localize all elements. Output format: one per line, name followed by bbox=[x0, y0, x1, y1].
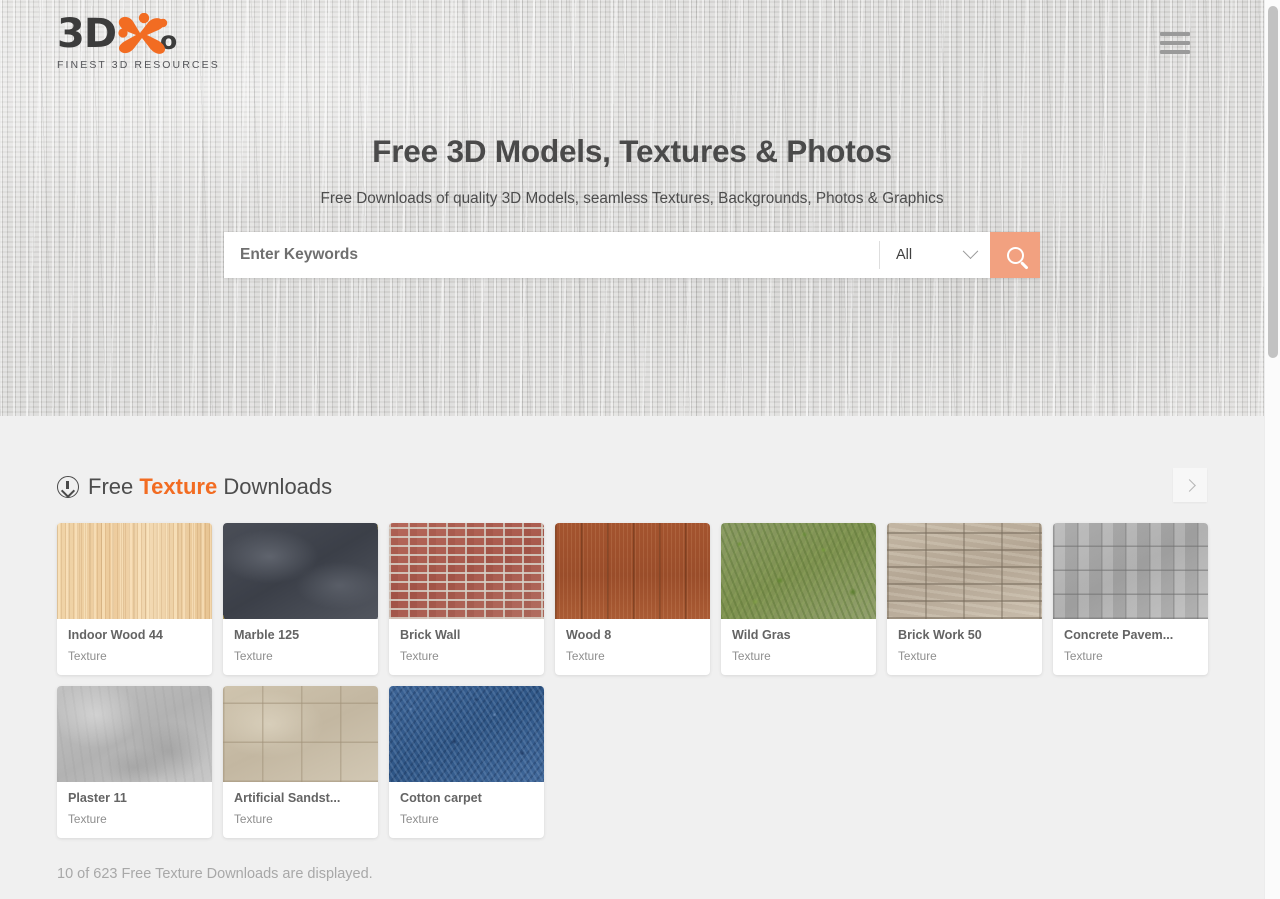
downloads-section: Free Texture Downloads Indoor Wood 44 Tex… bbox=[0, 416, 1264, 899]
texture-card-body: Indoor Wood 44 Texture bbox=[57, 619, 212, 675]
hamburger-bar bbox=[1160, 32, 1190, 36]
texture-thumbnail bbox=[57, 523, 212, 619]
hero-subtitle: Free Downloads of quality 3D Models, sea… bbox=[0, 190, 1264, 208]
texture-thumbnail bbox=[389, 523, 544, 619]
texture-thumbnail bbox=[389, 686, 544, 782]
search-category-select[interactable]: All bbox=[880, 232, 990, 278]
texture-card-title: Artificial Sandst... bbox=[234, 791, 367, 806]
page-scrollbar[interactable] bbox=[1264, 0, 1280, 899]
texture-card-type: Texture bbox=[68, 649, 201, 663]
texture-card-type: Texture bbox=[400, 649, 533, 663]
texture-card-body: Wild Gras Texture bbox=[721, 619, 876, 675]
texture-card[interactable]: Brick Wall Texture bbox=[389, 523, 544, 675]
texture-card-type: Texture bbox=[898, 649, 1031, 663]
texture-thumbnail bbox=[1053, 523, 1208, 619]
hamburger-bar bbox=[1160, 41, 1190, 45]
section-title-suffix: Downloads bbox=[217, 474, 332, 499]
texture-card[interactable]: Wild Gras Texture bbox=[721, 523, 876, 675]
texture-card[interactable]: Brick Work 50 Texture bbox=[887, 523, 1042, 675]
texture-card-grid: Indoor Wood 44TextureMarble 125TextureBr… bbox=[0, 500, 1210, 838]
texture-card-title: Marble 125 bbox=[234, 628, 367, 643]
texture-card-body: Brick Work 50 Texture bbox=[887, 619, 1042, 675]
texture-card[interactable]: Marble 125 Texture bbox=[223, 523, 378, 675]
scrollbar-thumb[interactable] bbox=[1268, 6, 1278, 358]
hero-section: 3D o bbox=[0, 0, 1264, 416]
texture-card[interactable]: Plaster 11 Texture bbox=[57, 686, 212, 838]
texture-card-type: Texture bbox=[566, 649, 699, 663]
texture-card[interactable]: Artificial Sandst... Texture bbox=[223, 686, 378, 838]
hamburger-bar bbox=[1160, 50, 1190, 54]
results-count-label: 10 of 623 Free Texture Downloads are dis… bbox=[0, 838, 1264, 882]
texture-card-body: Marble 125 Texture bbox=[223, 619, 378, 675]
texture-card[interactable]: Concrete Pavem... Texture bbox=[1053, 523, 1208, 675]
carousel-next-button[interactable] bbox=[1173, 468, 1207, 502]
logo-tagline: FINEST 3D RESOURCES bbox=[57, 59, 277, 71]
texture-card-title: Brick Work 50 bbox=[898, 628, 1031, 643]
texture-thumbnail bbox=[223, 686, 378, 782]
section-header: Free Texture Downloads bbox=[0, 416, 1264, 500]
hamburger-menu-icon[interactable] bbox=[1160, 32, 1190, 54]
chevron-down-icon bbox=[963, 243, 979, 259]
texture-card-type: Texture bbox=[400, 812, 533, 826]
logo-wordmark: 3D o bbox=[57, 12, 277, 56]
texture-card-body: Wood 8 Texture bbox=[555, 619, 710, 675]
hero-title: Free 3D Models, Textures & Photos bbox=[0, 133, 1264, 170]
texture-card-body: Plaster 11 Texture bbox=[57, 782, 212, 838]
search-bar: All bbox=[224, 232, 1040, 278]
texture-card[interactable]: Cotton carpet Texture bbox=[389, 686, 544, 838]
texture-thumbnail bbox=[223, 523, 378, 619]
texture-card-body: Artificial Sandst... Texture bbox=[223, 782, 378, 838]
texture-card-body: Cotton carpet Texture bbox=[389, 782, 544, 838]
search-category-value: All bbox=[896, 247, 912, 263]
texture-thumbnail bbox=[887, 523, 1042, 619]
site-logo[interactable]: 3D o bbox=[57, 12, 277, 74]
texture-card-type: Texture bbox=[68, 812, 201, 826]
section-title-highlight: Texture bbox=[139, 474, 217, 499]
site-header: 3D o bbox=[0, 0, 1264, 90]
chevron-right-icon bbox=[1183, 479, 1196, 492]
browser-viewport: 3D o bbox=[0, 0, 1264, 899]
texture-card-title: Concrete Pavem... bbox=[1064, 628, 1197, 643]
search-submit-button[interactable] bbox=[990, 232, 1040, 278]
page-root: 3D o bbox=[0, 0, 1280, 899]
section-title: Free Texture Downloads bbox=[88, 474, 332, 500]
search-icon bbox=[1007, 247, 1024, 264]
texture-card-title: Plaster 11 bbox=[68, 791, 201, 806]
logo-x-icon bbox=[114, 13, 170, 55]
texture-card-type: Texture bbox=[1064, 649, 1197, 663]
texture-card-body: Brick Wall Texture bbox=[389, 619, 544, 675]
logo-text-3d: 3D bbox=[57, 14, 116, 54]
download-circle-icon bbox=[57, 476, 79, 498]
texture-thumbnail bbox=[721, 523, 876, 619]
texture-card-title: Brick Wall bbox=[400, 628, 533, 643]
texture-card[interactable]: Indoor Wood 44 Texture bbox=[57, 523, 212, 675]
texture-card-type: Texture bbox=[234, 812, 367, 826]
texture-card-type: Texture bbox=[234, 649, 367, 663]
texture-thumbnail bbox=[57, 686, 212, 782]
search-input[interactable] bbox=[224, 232, 879, 278]
texture-card-title: Wild Gras bbox=[732, 628, 865, 643]
texture-card[interactable]: Wood 8 Texture bbox=[555, 523, 710, 675]
texture-card-title: Indoor Wood 44 bbox=[68, 628, 201, 643]
texture-thumbnail bbox=[555, 523, 710, 619]
texture-card-title: Wood 8 bbox=[566, 628, 699, 643]
texture-card-type: Texture bbox=[732, 649, 865, 663]
texture-card-title: Cotton carpet bbox=[400, 791, 533, 806]
texture-card-body: Concrete Pavem... Texture bbox=[1053, 619, 1208, 675]
section-title-prefix: Free bbox=[88, 474, 139, 499]
